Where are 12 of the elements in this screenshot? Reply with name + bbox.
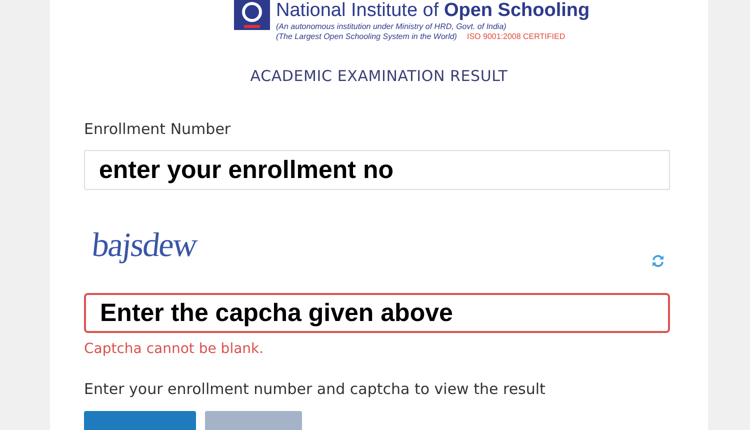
- certification-text: ISO 9001:2008 CERTIFIED: [466, 32, 566, 42]
- institute-name: National Institute of Open Schooling: [276, 0, 590, 22]
- institute-subtitle: (An autonomous institution under Ministry of HRD, Govt. of India): [276, 22, 508, 32]
- captcha-input[interactable]: Enter the capcha given above: [84, 293, 670, 333]
- captcha-image: bajsdew: [90, 228, 198, 264]
- institute-tagline: (The Largest Open Schooling System in the World): [276, 32, 457, 42]
- error-message: Captcha cannot be blank.: [84, 341, 265, 357]
- enrollment-input[interactable]: enter your enrollment no: [84, 150, 670, 190]
- refresh-icon[interactable]: [651, 254, 665, 268]
- page-title: ACADEMIC EXAMINATION RESULT: [249, 67, 509, 85]
- field-label: Enrollment Number: [84, 120, 232, 138]
- help-text: Enter your enrollment number and captcha to view the result: [84, 380, 546, 398]
